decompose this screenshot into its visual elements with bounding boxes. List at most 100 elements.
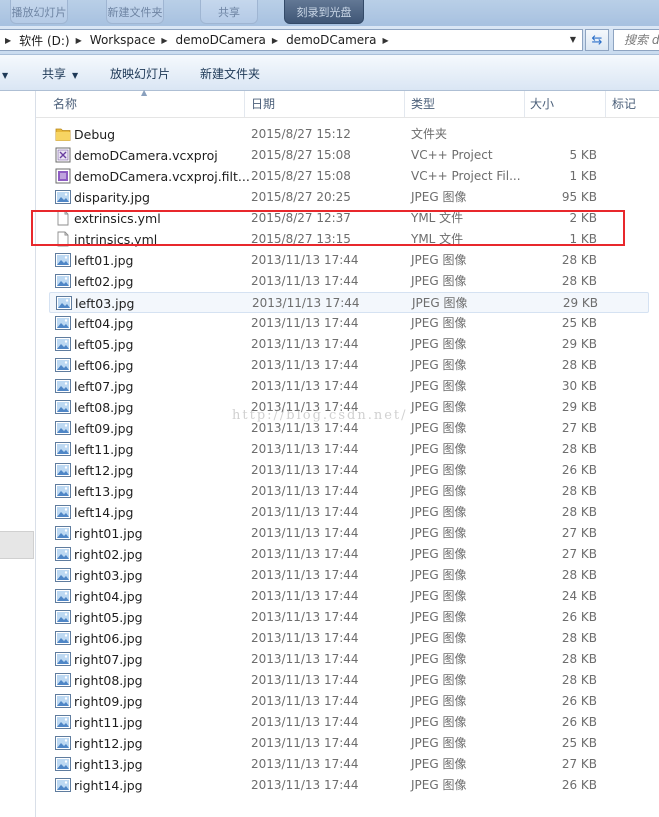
file-type: JPEG 图像	[411, 358, 467, 372]
file-size: 29 KB	[562, 296, 598, 310]
file-name: demoDCamera.vcxproj	[74, 148, 218, 163]
file-name: left01.jpg	[74, 253, 134, 268]
file-row[interactable]: right04.jpg 2013/11/13 17:44 JPEG 图像 24 KB	[49, 586, 649, 607]
file-row[interactable]: right13.jpg 2013/11/13 17:44 JPEG 图像 27 KB	[49, 754, 649, 775]
file-row[interactable]: left05.jpg 2013/11/13 17:44 JPEG 图像 29 KB	[49, 334, 649, 355]
breadcrumb-arrow-icon[interactable]: ▶	[76, 36, 82, 45]
file-size: 27 KB	[561, 757, 597, 771]
column-divider[interactable]	[605, 91, 606, 117]
file-name: right07.jpg	[74, 652, 143, 667]
top-tab-0[interactable]: 播放幻灯片	[10, 0, 68, 24]
file-type: JPEG 图像	[411, 673, 467, 687]
file-size: 26 KB	[561, 715, 597, 729]
file-row[interactable]: right08.jpg 2013/11/13 17:44 JPEG 图像 28 KB	[49, 670, 649, 691]
column-header-tags[interactable]: 标记	[612, 91, 636, 117]
share-button[interactable]: 共享 ▼	[42, 55, 78, 90]
column-header-size[interactable]: 大小	[530, 91, 554, 117]
column-divider[interactable]	[404, 91, 405, 117]
file-size: 29 KB	[561, 400, 597, 414]
nav-pane-selected-item[interactable]	[0, 531, 34, 559]
breadcrumb-project[interactable]: demoDCamera ▶	[176, 33, 287, 47]
file-size: 26 KB	[561, 778, 597, 792]
breadcrumb-arrow-icon[interactable]: ▶	[5, 36, 11, 45]
file-row[interactable]: left14.jpg 2013/11/13 17:44 JPEG 图像 28 KB	[49, 502, 649, 523]
file-row[interactable]: demoDCamera.vcxproj 2015/8/27 15:08 VC++ P…	[49, 145, 649, 166]
file-type: JPEG 图像	[411, 484, 467, 498]
file-row[interactable]: disparity.jpg 2015/8/27 20:25 JPEG 图像 95 KB	[49, 187, 649, 208]
file-date: 2013/11/13 17:44	[252, 296, 360, 310]
top-tab-3[interactable]: 刻录到光盘	[284, 0, 364, 24]
slideshow-button[interactable]: 放映幻灯片	[110, 55, 170, 90]
file-row[interactable]: right01.jpg 2013/11/13 17:44 JPEG 图像 27 KB	[49, 523, 649, 544]
file-type: JPEG 图像	[411, 526, 467, 540]
breadcrumb-current[interactable]: demoDCamera ▶	[286, 33, 397, 47]
file-row[interactable]: left04.jpg 2013/11/13 17:44 JPEG 图像 25 KB	[49, 313, 649, 334]
file-date: 2013/11/13 17:44	[251, 274, 359, 288]
breadcrumb-workspace[interactable]: Workspace ▶	[90, 33, 176, 47]
file-size: 28 KB	[561, 253, 597, 267]
file-row[interactable]: left13.jpg 2013/11/13 17:44 JPEG 图像 28 KB	[49, 481, 649, 502]
file-name: right09.jpg	[74, 694, 143, 709]
file-row[interactable]: left03.jpg 2013/11/13 17:44 JPEG 图像 29 KB	[49, 292, 649, 313]
top-tab-1[interactable]: 新建文件夹	[106, 0, 164, 24]
jpeg-icon	[55, 735, 71, 751]
file-row[interactable]: right06.jpg 2013/11/13 17:44 JPEG 图像 28 KB	[49, 628, 649, 649]
file-type: JPEG 图像	[411, 610, 467, 624]
file-row[interactable]: right07.jpg 2013/11/13 17:44 JPEG 图像 28 KB	[49, 649, 649, 670]
column-header-type[interactable]: 类型	[411, 91, 435, 117]
file-row[interactable]: demoDCamera.vcxproj.filt... 2015/8/27 15:…	[49, 166, 649, 187]
file-date: 2013/11/13 17:44	[251, 526, 359, 540]
file-date: 2013/11/13 17:44	[251, 715, 359, 729]
address-bar[interactable]: ▶ 软件 (D:) ▶ Workspace ▶ demoDCamera ▶ de…	[0, 29, 583, 51]
breadcrumb-arrow-icon[interactable]: ▶	[161, 36, 167, 45]
breadcrumb-arrow-icon[interactable]: ▶	[382, 36, 388, 45]
file-row[interactable]: right02.jpg 2013/11/13 17:44 JPEG 图像 27 KB	[49, 544, 649, 565]
file-row[interactable]: right09.jpg 2013/11/13 17:44 JPEG 图像 26 KB	[49, 691, 649, 712]
file-row[interactable]: Debug 2015/8/27 15:12 文件夹	[49, 124, 649, 145]
file-row[interactable]: left01.jpg 2013/11/13 17:44 JPEG 图像 28 KB	[49, 250, 649, 271]
file-name: right03.jpg	[74, 568, 143, 583]
file-list-header: ▲ 名称 日期 类型 大小 标记	[36, 88, 659, 118]
file-row[interactable]: left06.jpg 2013/11/13 17:44 JPEG 图像 28 KB	[49, 355, 649, 376]
watermark: http://blog.csdn.net/	[232, 408, 408, 423]
file-row[interactable]: left11.jpg 2013/11/13 17:44 JPEG 图像 28 KB	[49, 439, 649, 460]
file-name: left06.jpg	[74, 358, 134, 373]
jpeg-icon	[55, 777, 71, 793]
file-row[interactable]: left02.jpg 2013/11/13 17:44 JPEG 图像 28 KB	[49, 271, 649, 292]
file-date: 2015/8/27 15:08	[251, 148, 351, 162]
breadcrumb-arrow-icon[interactable]: ▶	[272, 36, 278, 45]
top-tab-2-label: 共享	[218, 6, 240, 19]
address-history-dropdown-icon[interactable]: ▼	[565, 30, 581, 48]
organize-caret-icon[interactable]: ▼	[0, 55, 8, 90]
top-tab-2[interactable]: 共享	[200, 0, 258, 24]
column-divider[interactable]	[524, 91, 525, 117]
jpeg-icon	[55, 672, 71, 688]
file-type: JPEG 图像	[411, 316, 467, 330]
column-header-name[interactable]: 名称	[53, 91, 77, 117]
file-row[interactable]: left12.jpg 2013/11/13 17:44 JPEG 图像 26 KB	[49, 460, 649, 481]
column-divider[interactable]	[244, 91, 245, 117]
new-folder-button[interactable]: 新建文件夹	[200, 55, 260, 90]
column-header-date[interactable]: 日期	[251, 91, 275, 117]
file-row[interactable]: left07.jpg 2013/11/13 17:44 JPEG 图像 30 KB	[49, 376, 649, 397]
file-row[interactable]: right03.jpg 2013/11/13 17:44 JPEG 图像 28 KB	[49, 565, 649, 586]
file-row[interactable]: right11.jpg 2013/11/13 17:44 JPEG 图像 26 KB	[49, 712, 649, 733]
file-row[interactable]: right05.jpg 2013/11/13 17:44 JPEG 图像 26 KB	[49, 607, 649, 628]
file-name: left04.jpg	[74, 316, 134, 331]
file-row[interactable]: right14.jpg 2013/11/13 17:44 JPEG 图像 26 KB	[49, 775, 649, 796]
file-date: 2013/11/13 17:44	[251, 442, 359, 456]
file-date: 2013/11/13 17:44	[251, 253, 359, 267]
jpeg-icon	[55, 693, 71, 709]
search-input[interactable]: 搜索 d	[613, 29, 659, 51]
file-size: 28 KB	[561, 652, 597, 666]
breadcrumb-drive[interactable]: ▶ 软件 (D:) ▶	[5, 32, 90, 49]
jpeg-icon	[55, 378, 71, 394]
jpeg-icon	[55, 357, 71, 373]
file-date: 2013/11/13 17:44	[251, 358, 359, 372]
file-row[interactable]: right12.jpg 2013/11/13 17:44 JPEG 图像 25 KB	[49, 733, 649, 754]
file-date: 2015/8/27 20:25	[251, 190, 351, 204]
breadcrumb-project-label: demoDCamera	[175, 33, 266, 47]
file-type: JPEG 图像	[411, 568, 467, 582]
refresh-button[interactable]: ⇆	[585, 29, 609, 51]
file-name: right05.jpg	[74, 610, 143, 625]
